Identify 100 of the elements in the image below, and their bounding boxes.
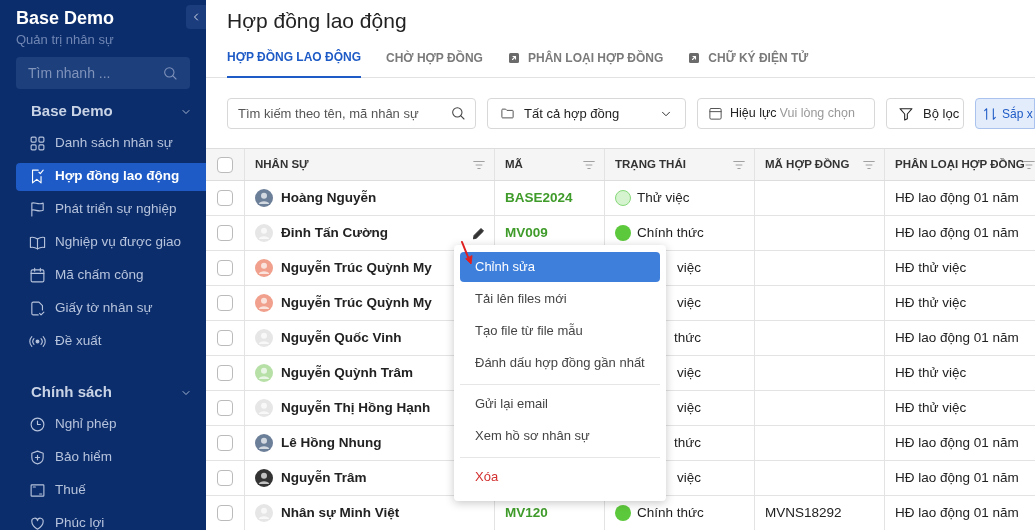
section-title: Chính sách (31, 382, 112, 403)
filter-lines-icon (472, 158, 486, 172)
sidebar-item[interactable]: Nghỉ phép (16, 410, 206, 439)
row-checkbox[interactable] (217, 470, 233, 486)
contract-type: HĐ lao động 01 năm (895, 433, 1019, 452)
sidebar-item[interactable]: Phát triển sự nghiệp (16, 195, 206, 224)
sidebar-item[interactable]: Thuế (16, 476, 206, 505)
contract-filter-dropdown[interactable]: Tất cả hợp đồng (487, 98, 686, 129)
row-checkbox[interactable] (217, 365, 233, 381)
contract-type: HĐ lao động 01 năm (895, 468, 1019, 487)
calendar-icon (29, 267, 46, 284)
contract-type: HĐ lao động 01 năm (895, 223, 1019, 242)
row-checkbox[interactable] (217, 225, 233, 241)
broadcast-icon (29, 333, 46, 350)
row-checkbox[interactable] (217, 505, 233, 521)
employee-name: Nguyễn Thị Hồng Hạnh (281, 398, 431, 417)
sidebar-item[interactable]: Danh sách nhân sự (16, 129, 206, 158)
employee-name: Nguyễn Trúc Quỳnh My (281, 258, 432, 277)
folder-icon (500, 106, 515, 121)
row-checkbox[interactable] (217, 295, 233, 311)
select-all-checkbox[interactable] (217, 156, 233, 173)
row-checkbox[interactable] (217, 330, 233, 346)
status-label: việc (677, 363, 701, 382)
column-header: PHÂN LOẠI HỢP ĐỒNG (895, 156, 1025, 173)
contract-code: MVNS18292 (765, 503, 842, 522)
tab[interactable]: CHỜ HỢP ĐỒNG (386, 46, 483, 78)
contract-type: HĐ lao động 01 năm (895, 328, 1019, 347)
section-header[interactable]: Chính sách (16, 381, 190, 404)
validity-label: Hiệu lực (730, 105, 777, 123)
row-checkbox[interactable] (217, 400, 233, 416)
menu-item[interactable]: Tải lên files mới (460, 284, 660, 314)
employee-name: Nguyễn Quỳnh Trâm (281, 363, 414, 382)
search-icon (162, 64, 178, 81)
column-header: MÃ HỢP ĐỒNG (765, 156, 850, 173)
status-label: thức (673, 328, 701, 347)
contract-type: HĐ lao động 01 năm (895, 188, 1019, 207)
status-label: Chính thức (637, 223, 704, 242)
flag-icon (29, 201, 46, 218)
sort-icon (982, 105, 998, 122)
employee-code: MV009 (505, 223, 548, 242)
row-checkbox[interactable] (217, 190, 233, 206)
collapse-button[interactable] (186, 5, 206, 29)
sidebar-item[interactable]: Hợp đồng lao động (16, 162, 206, 191)
menu-item[interactable]: Tạo file từ file mẫu (460, 316, 660, 346)
validity-filter-field[interactable]: Hiệu lực Vui lòng chọn (697, 98, 875, 129)
employee-name: Nguyễn Quốc Vinh (281, 328, 402, 347)
filter-icon (898, 105, 914, 122)
grid-icon (29, 135, 46, 152)
menu-item[interactable]: Đánh dấu hợp đồng gần nhất (460, 348, 660, 378)
employee-name: Nhân sự Minh Việt (281, 503, 400, 522)
status-label: việc (677, 468, 701, 487)
column-header: NHÂN SỰ (255, 156, 309, 173)
sidebar-item[interactable]: Nghiệp vụ được giao (16, 228, 206, 257)
contract-type: HĐ thử việc (895, 398, 967, 417)
search-icon (450, 105, 466, 121)
status-label: việc (677, 258, 701, 277)
tab[interactable]: PHÂN LOẠI HỢP ĐỒNG (507, 46, 664, 78)
date-field[interactable]: Vui lòng chọn (779, 104, 868, 123)
sort-button[interactable]: Sắp x (975, 98, 1035, 129)
shield-icon (29, 449, 46, 466)
column-header: MÃ (505, 156, 523, 172)
search-field[interactable]: Tìm kiếm theo tên, mã nhân sự (227, 98, 476, 129)
menu-item[interactable]: Xóa (460, 462, 660, 492)
status-label: thức (673, 433, 701, 452)
menu-item[interactable]: Chỉnh sửa (460, 252, 660, 282)
filter-lines-icon (862, 158, 876, 172)
row-checkbox[interactable] (217, 260, 233, 276)
app-title: Base Demo (16, 8, 116, 28)
menu-item[interactable]: Gửi lại email (460, 389, 660, 419)
employee-name: Nguyễn Trúc Quỳnh My (281, 293, 432, 312)
tab[interactable]: HỢP ĐỒNG LAO ĐỘNG (227, 46, 362, 78)
tab[interactable]: CHỮ KÝ ĐIỆN TỬ (688, 46, 809, 78)
status-label: việc (677, 293, 701, 312)
status-label: Thử việc (637, 188, 690, 207)
section-header[interactable]: Base Demo (16, 100, 190, 123)
quick-search-field[interactable]: Tìm nhanh ... (16, 56, 190, 89)
menu-item[interactable]: Xem hồ sơ nhân sự (460, 421, 660, 451)
column-header: TRẠNG THÁI (615, 156, 686, 173)
employee-name: Nguyễn Trâm (281, 468, 367, 487)
contract-type: HĐ thử việc (895, 363, 967, 382)
frame-icon (29, 482, 46, 499)
contract-type: HĐ thử việc (895, 293, 967, 312)
contract-type: HĐ lao động 01 năm (895, 503, 1019, 522)
sidebar-item[interactable]: Bảo hiểm (16, 443, 206, 472)
row-checkbox[interactable] (217, 435, 233, 451)
employee-name: Lê Hồng Nhung (281, 433, 382, 452)
sidebar-item[interactable]: Phúc lợi (16, 509, 206, 530)
employee-code: MV120 (505, 503, 548, 522)
heart-icon (29, 515, 46, 530)
page-title: Hợp đồng lao động (226, 8, 408, 34)
employee-code: BASE2024 (505, 188, 573, 207)
status-label: việc (677, 398, 701, 417)
status-label: Chính thức (637, 503, 704, 522)
filter-button[interactable]: Bộ lọc (886, 98, 964, 129)
employee-name: Đinh Tấn Cường (281, 223, 389, 242)
sidebar-item[interactable]: Mã chấm công (16, 261, 206, 290)
book-icon (29, 234, 46, 251)
section-title: Base Demo (31, 101, 113, 122)
sidebar-item[interactable]: Đề xuất (16, 327, 206, 356)
sidebar-item[interactable]: Giấy tờ nhân sự (16, 294, 206, 323)
